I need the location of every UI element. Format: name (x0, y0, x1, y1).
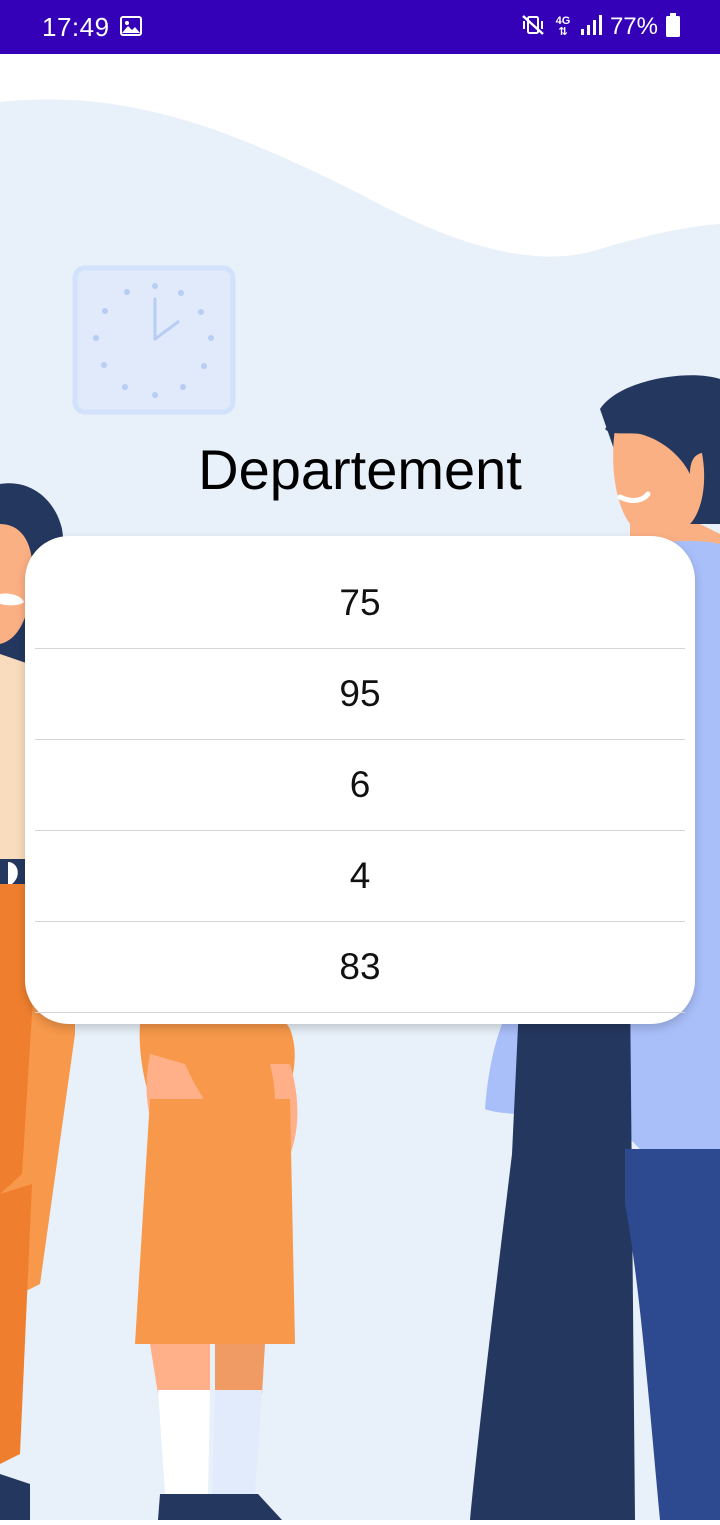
network-4g-icon: 4G ⇅ (555, 15, 571, 38)
clock-icon (72, 265, 236, 415)
list-item-label: 95 (339, 673, 381, 714)
list-item-label: 75 (339, 582, 381, 623)
department-list: 75 95 6 4 83 (35, 558, 685, 1013)
status-time: 17:49 (42, 12, 110, 42)
department-list-card: 75 95 6 4 83 (25, 536, 695, 1024)
list-item-label: 6 (349, 764, 371, 805)
vibrate-muted-icon (520, 13, 546, 42)
signal-icon (580, 14, 602, 41)
page-title: Departement (198, 438, 522, 501)
network-label: 4G (555, 15, 571, 27)
list-item[interactable]: 83 (35, 922, 685, 1013)
battery-percentage: 77% (609, 13, 658, 40)
status-bar: 17:49 4G ⇅ 77% (0, 0, 720, 54)
list-item[interactable]: 75 (35, 558, 685, 649)
gallery-icon (120, 16, 142, 41)
list-item[interactable]: 95 (35, 649, 685, 740)
list-item-label: 4 (349, 855, 371, 896)
battery-icon (666, 12, 680, 42)
list-item[interactable]: 6 (35, 740, 685, 831)
list-item[interactable]: 4 (35, 831, 685, 922)
status-icons: 4G ⇅ 77% (520, 10, 680, 44)
list-item-label: 83 (339, 946, 381, 987)
